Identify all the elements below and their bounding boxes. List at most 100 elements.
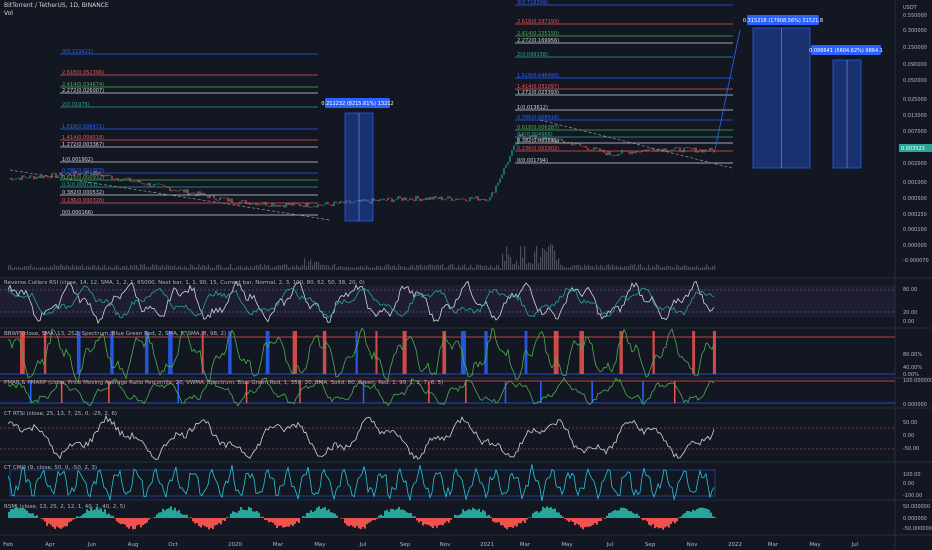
candle xyxy=(619,153,621,155)
fib-label-left: 0.236(0.000328) xyxy=(62,198,104,204)
panel-label-bbwp: BBWP (close, SMA, 13, 252, Spectrum, Blu… xyxy=(4,331,227,337)
candle xyxy=(607,151,609,156)
volume-bar xyxy=(522,257,524,270)
rsmi-bar xyxy=(468,508,470,518)
candle xyxy=(621,150,623,154)
candle xyxy=(483,199,485,200)
volume-bar xyxy=(124,266,126,270)
rsmi-bar xyxy=(290,518,292,525)
candle xyxy=(467,200,469,202)
rsmi-bar xyxy=(540,511,542,518)
rsmi-bar xyxy=(416,518,418,521)
volume-bar xyxy=(100,267,102,270)
rsmi-bar xyxy=(450,518,452,520)
rsmi-bar xyxy=(684,512,686,518)
rsmi-bar xyxy=(606,515,608,518)
volume-bar xyxy=(568,267,570,270)
fib-label-right: 2.414(0.225150) xyxy=(517,31,559,37)
candle xyxy=(563,141,565,143)
rsmi-bar xyxy=(544,508,546,518)
rsmi-bar xyxy=(240,507,242,518)
rsmi-bar xyxy=(218,518,220,524)
candle xyxy=(161,184,163,185)
trading-chart[interactable]: USDT 0.550000 0.300000 0.150000 0.090000 0.05… xyxy=(0,0,932,550)
rsmi-bar xyxy=(492,518,494,522)
candle xyxy=(711,147,713,150)
volume-bar xyxy=(288,267,290,270)
candle xyxy=(693,147,695,150)
candle xyxy=(49,177,51,179)
rsmi-bar xyxy=(562,516,564,518)
panel-label-pmar: PMAR & PMARP (close, Price Moving Averag… xyxy=(4,380,444,386)
volume-bar xyxy=(600,265,602,270)
candle xyxy=(407,200,409,201)
rsmi-bar xyxy=(256,511,258,518)
rsmi-bar xyxy=(598,518,600,522)
candle xyxy=(245,200,247,205)
volume-bar xyxy=(470,264,472,270)
volume-bar xyxy=(670,266,672,270)
bbwp-spike xyxy=(76,331,81,374)
volume-bar xyxy=(452,264,454,270)
candle xyxy=(159,183,161,185)
volume-bar xyxy=(300,266,302,270)
volume-bar xyxy=(534,251,536,270)
volume-bar xyxy=(592,265,594,270)
rsmi-bar xyxy=(278,518,280,526)
rsmi-bar xyxy=(334,513,336,518)
volume-bar xyxy=(238,265,240,270)
rsmi-bar xyxy=(690,511,692,518)
candle xyxy=(507,162,509,165)
rsmi-bar xyxy=(496,518,498,523)
rsmi-bar xyxy=(664,518,666,528)
volume-bar xyxy=(76,265,78,270)
rsmi-bar xyxy=(648,518,650,525)
volume-bar xyxy=(664,266,666,270)
volume-bar xyxy=(318,261,320,270)
candle xyxy=(225,197,227,199)
volume-bar xyxy=(174,265,176,270)
volume-bar xyxy=(192,265,194,270)
time-tick-label: Sep xyxy=(645,542,656,548)
rsmi-bar xyxy=(524,518,526,523)
rsmi-bar xyxy=(176,511,178,518)
candle xyxy=(341,201,343,203)
volume-bar xyxy=(628,266,630,270)
candle xyxy=(33,176,35,180)
volume-bar xyxy=(24,266,26,270)
volume-bar xyxy=(74,266,76,270)
candle xyxy=(259,203,261,205)
rsmi-bar xyxy=(612,511,614,518)
rsmi-bar xyxy=(694,510,696,518)
rsmi-bar xyxy=(24,508,26,518)
volume-bar xyxy=(382,267,384,270)
rsmi-bar xyxy=(12,509,14,518)
candle xyxy=(437,197,439,200)
volume-bar xyxy=(44,267,46,270)
price-tick-label: 0.090000 xyxy=(903,62,927,68)
volume-bar xyxy=(474,267,476,270)
candle xyxy=(301,205,303,207)
volume-bar xyxy=(616,265,618,270)
rsmi-bar xyxy=(630,511,632,518)
rsmi-bar xyxy=(406,512,408,518)
candle xyxy=(115,178,117,179)
volume-bar xyxy=(40,267,42,270)
volume-bar xyxy=(302,265,304,270)
panel-tick-label: 20.00 xyxy=(903,310,917,316)
candle xyxy=(19,177,21,180)
candle xyxy=(285,203,287,208)
candle xyxy=(585,146,587,148)
candle xyxy=(127,177,129,179)
price-tick-label: 0.150000 xyxy=(903,45,927,51)
rsmi-bar xyxy=(310,510,312,518)
rsmi-bar xyxy=(178,510,180,518)
candle xyxy=(457,198,459,200)
candle xyxy=(51,173,53,179)
volume-bar xyxy=(404,266,406,270)
candle xyxy=(635,151,637,154)
volume-bar xyxy=(624,266,626,270)
volume-bar xyxy=(220,265,222,270)
volume-bar xyxy=(668,265,670,270)
pmar-spike xyxy=(465,381,467,403)
